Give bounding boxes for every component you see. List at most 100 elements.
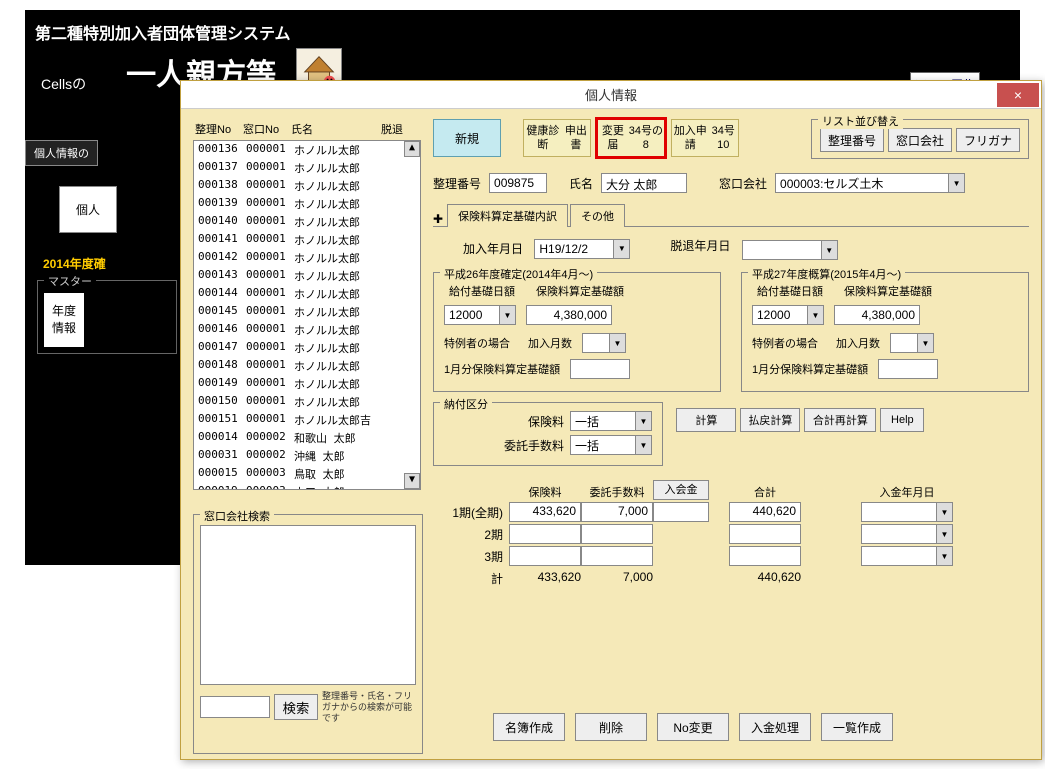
person-list[interactable]: ▲ ▼ 000136000001ホノルル太郎000137000001ホノルル太郎…	[193, 140, 421, 490]
pay-itaku-combo[interactable]: 一括▼	[570, 435, 652, 455]
list-create-button[interactable]: 一覧作成	[821, 713, 893, 741]
plus-icon[interactable]: ✚	[433, 212, 443, 226]
fy26-monthbase-field[interactable]	[570, 359, 630, 379]
col-nyukai-button[interactable]: 入会金	[653, 480, 709, 500]
fy27-month-combo[interactable]: ▼	[890, 333, 934, 353]
list-item[interactable]: 000019000003山口 太郎	[194, 483, 420, 490]
sort-company-button[interactable]: 窓口会社	[888, 128, 952, 152]
r2-nyukin-combo[interactable]: ▼	[861, 524, 953, 544]
chevron-down-icon: ▼	[613, 240, 629, 258]
fy27-monthbase-field[interactable]	[878, 359, 938, 379]
r3-goukei-field[interactable]	[729, 546, 801, 566]
fy27-daily-combo[interactable]: 12000▼	[752, 305, 824, 325]
fy27-group: 平成27年度概算(2015年4月～) 給付基礎日額 保険料算定基礎額 12000…	[741, 272, 1029, 392]
sort-furigana-button[interactable]: フリガナ	[956, 128, 1020, 152]
list-item[interactable]: 000151000001ホノルル太郎吉	[194, 411, 420, 429]
tab-other[interactable]: その他	[570, 204, 625, 227]
refund-calc-button[interactable]: 払戻計算	[740, 408, 800, 432]
recalc-total-button[interactable]: 合計再計算	[804, 408, 876, 432]
search-result-list[interactable]	[200, 525, 416, 685]
new-button[interactable]: 新規	[433, 119, 501, 157]
bg-personal-label: 個人情報の	[25, 140, 98, 166]
name-label: 氏名	[569, 175, 593, 192]
r2-itaku-field[interactable]	[581, 524, 653, 544]
rowsum-label: 計	[433, 570, 509, 587]
no-change-button[interactable]: No変更	[657, 713, 729, 741]
roster-create-button[interactable]: 名簿作成	[493, 713, 565, 741]
scroll-down-icon[interactable]: ▼	[404, 473, 420, 489]
bg-year-button[interactable]: 年度情報	[44, 293, 84, 347]
list-item[interactable]: 000147000001ホノルル太郎	[194, 339, 420, 357]
change-notice-button[interactable]: 変更届34号の8	[597, 119, 665, 157]
list-item[interactable]: 000136000001ホノルル太郎	[194, 141, 420, 159]
list-item[interactable]: 000141000001ホノルル太郎	[194, 231, 420, 249]
list-item[interactable]: 000150000001ホノルル太郎	[194, 393, 420, 411]
payment-label: 納付区分	[440, 396, 492, 412]
col-itaku-label: 委託手数料	[581, 484, 653, 500]
col-nyukin-label: 入金年月日	[861, 484, 953, 500]
search-input[interactable]	[200, 696, 270, 718]
r3-nyukin-combo[interactable]: ▼	[861, 546, 953, 566]
bg-title: 第二種特別加入者団体管理システム	[35, 20, 342, 44]
list-header: 整理No 窓口No 氏名 脱退	[193, 119, 423, 140]
tab-insurance-basis[interactable]: 保険料算定基礎内訳	[447, 204, 568, 227]
list-item[interactable]: 000142000001ホノルル太郎	[194, 249, 420, 267]
fy26-month-label: 加入月数	[528, 335, 572, 351]
fy27-base-field[interactable]: 4,380,000	[834, 305, 920, 325]
list-item[interactable]: 000143000001ホノルル太郎	[194, 267, 420, 285]
seiri-label: 整理番号	[433, 175, 481, 192]
list-item[interactable]: 000015000003鳥取 太郎	[194, 465, 420, 483]
sort-seiri-button[interactable]: 整理番号	[820, 128, 884, 152]
join-apply-button[interactable]: 加入申請34号10	[671, 119, 739, 157]
sort-group: リスト並び替え 整理番号 窓口会社 フリガナ	[811, 119, 1029, 159]
r3-itaku-field[interactable]	[581, 546, 653, 566]
col-hoken-label: 保険料	[509, 484, 581, 500]
name-field[interactable]: 大分 太郎	[601, 173, 687, 193]
leave-date-combo[interactable]: ▼	[742, 240, 838, 260]
r1-itaku-field[interactable]: 7,000	[581, 502, 653, 522]
list-item[interactable]: 000138000001ホノルル太郎	[194, 177, 420, 195]
list-item[interactable]: 000140000001ホノルル太郎	[194, 213, 420, 231]
fy26-month-combo[interactable]: ▼	[582, 333, 626, 353]
join-date-combo[interactable]: H19/12/2▼	[534, 239, 630, 259]
list-item[interactable]: 000014000002和歌山 太郎	[194, 429, 420, 447]
sum-goukei: 440,620	[729, 570, 801, 587]
fy26-daily-combo[interactable]: 12000▼	[444, 305, 516, 325]
list-item[interactable]: 000149000001ホノルル太郎	[194, 375, 420, 393]
list-item[interactable]: 000145000001ホノルル太郎	[194, 303, 420, 321]
chevron-down-icon: ▼	[948, 174, 964, 192]
pay-hoken-combo[interactable]: 一括▼	[570, 411, 652, 431]
bg-personal-button[interactable]: 個人	[59, 186, 117, 233]
chevron-down-icon: ▼	[499, 306, 515, 324]
calc-button[interactable]: 計算	[676, 408, 736, 432]
chevron-down-icon: ▼	[917, 334, 933, 352]
titlebar: 個人情報 ×	[181, 81, 1041, 109]
company-search-group: 窓口会社検索 検索 整理番号・氏名・フリガナからの検索が可能です	[193, 514, 423, 754]
r1-nyukai-field[interactable]	[653, 502, 709, 522]
list-item[interactable]: 000031000002沖縄 太郎	[194, 447, 420, 465]
health-exam-button[interactable]: 健康診断申出書	[523, 119, 591, 157]
fy26-base-field[interactable]: 4,380,000	[526, 305, 612, 325]
list-item[interactable]: 000146000001ホノルル太郎	[194, 321, 420, 339]
list-item[interactable]: 000148000001ホノルル太郎	[194, 357, 420, 375]
scroll-up-icon[interactable]: ▲	[404, 141, 420, 157]
company-combo[interactable]: 000003:セルズ土木▼	[775, 173, 965, 193]
delete-button[interactable]: 削除	[575, 713, 647, 741]
list-item[interactable]: 000144000001ホノルル太郎	[194, 285, 420, 303]
r2-goukei-field[interactable]	[729, 524, 801, 544]
r2-hoken-field[interactable]	[509, 524, 581, 544]
r1-nyukin-combo[interactable]: ▼	[861, 502, 953, 522]
help-button[interactable]: Help	[880, 408, 924, 432]
r3-hoken-field[interactable]	[509, 546, 581, 566]
list-item[interactable]: 000137000001ホノルル太郎	[194, 159, 420, 177]
r1-hoken-field[interactable]: 433,620	[509, 502, 581, 522]
chevron-down-icon: ▼	[807, 306, 823, 324]
close-button[interactable]: ×	[997, 83, 1039, 107]
r1-goukei-field[interactable]: 440,620	[729, 502, 801, 522]
search-group-label: 窓口会社検索	[200, 508, 274, 524]
personal-info-dialog: 個人情報 × 整理No 窓口No 氏名 脱退 ▲ ▼ 000136000001ホ…	[180, 80, 1042, 760]
seiri-field[interactable]: 009875	[489, 173, 547, 193]
search-button[interactable]: 検索	[274, 694, 318, 720]
payment-process-button[interactable]: 入金処理	[739, 713, 811, 741]
list-item[interactable]: 000139000001ホノルル太郎	[194, 195, 420, 213]
